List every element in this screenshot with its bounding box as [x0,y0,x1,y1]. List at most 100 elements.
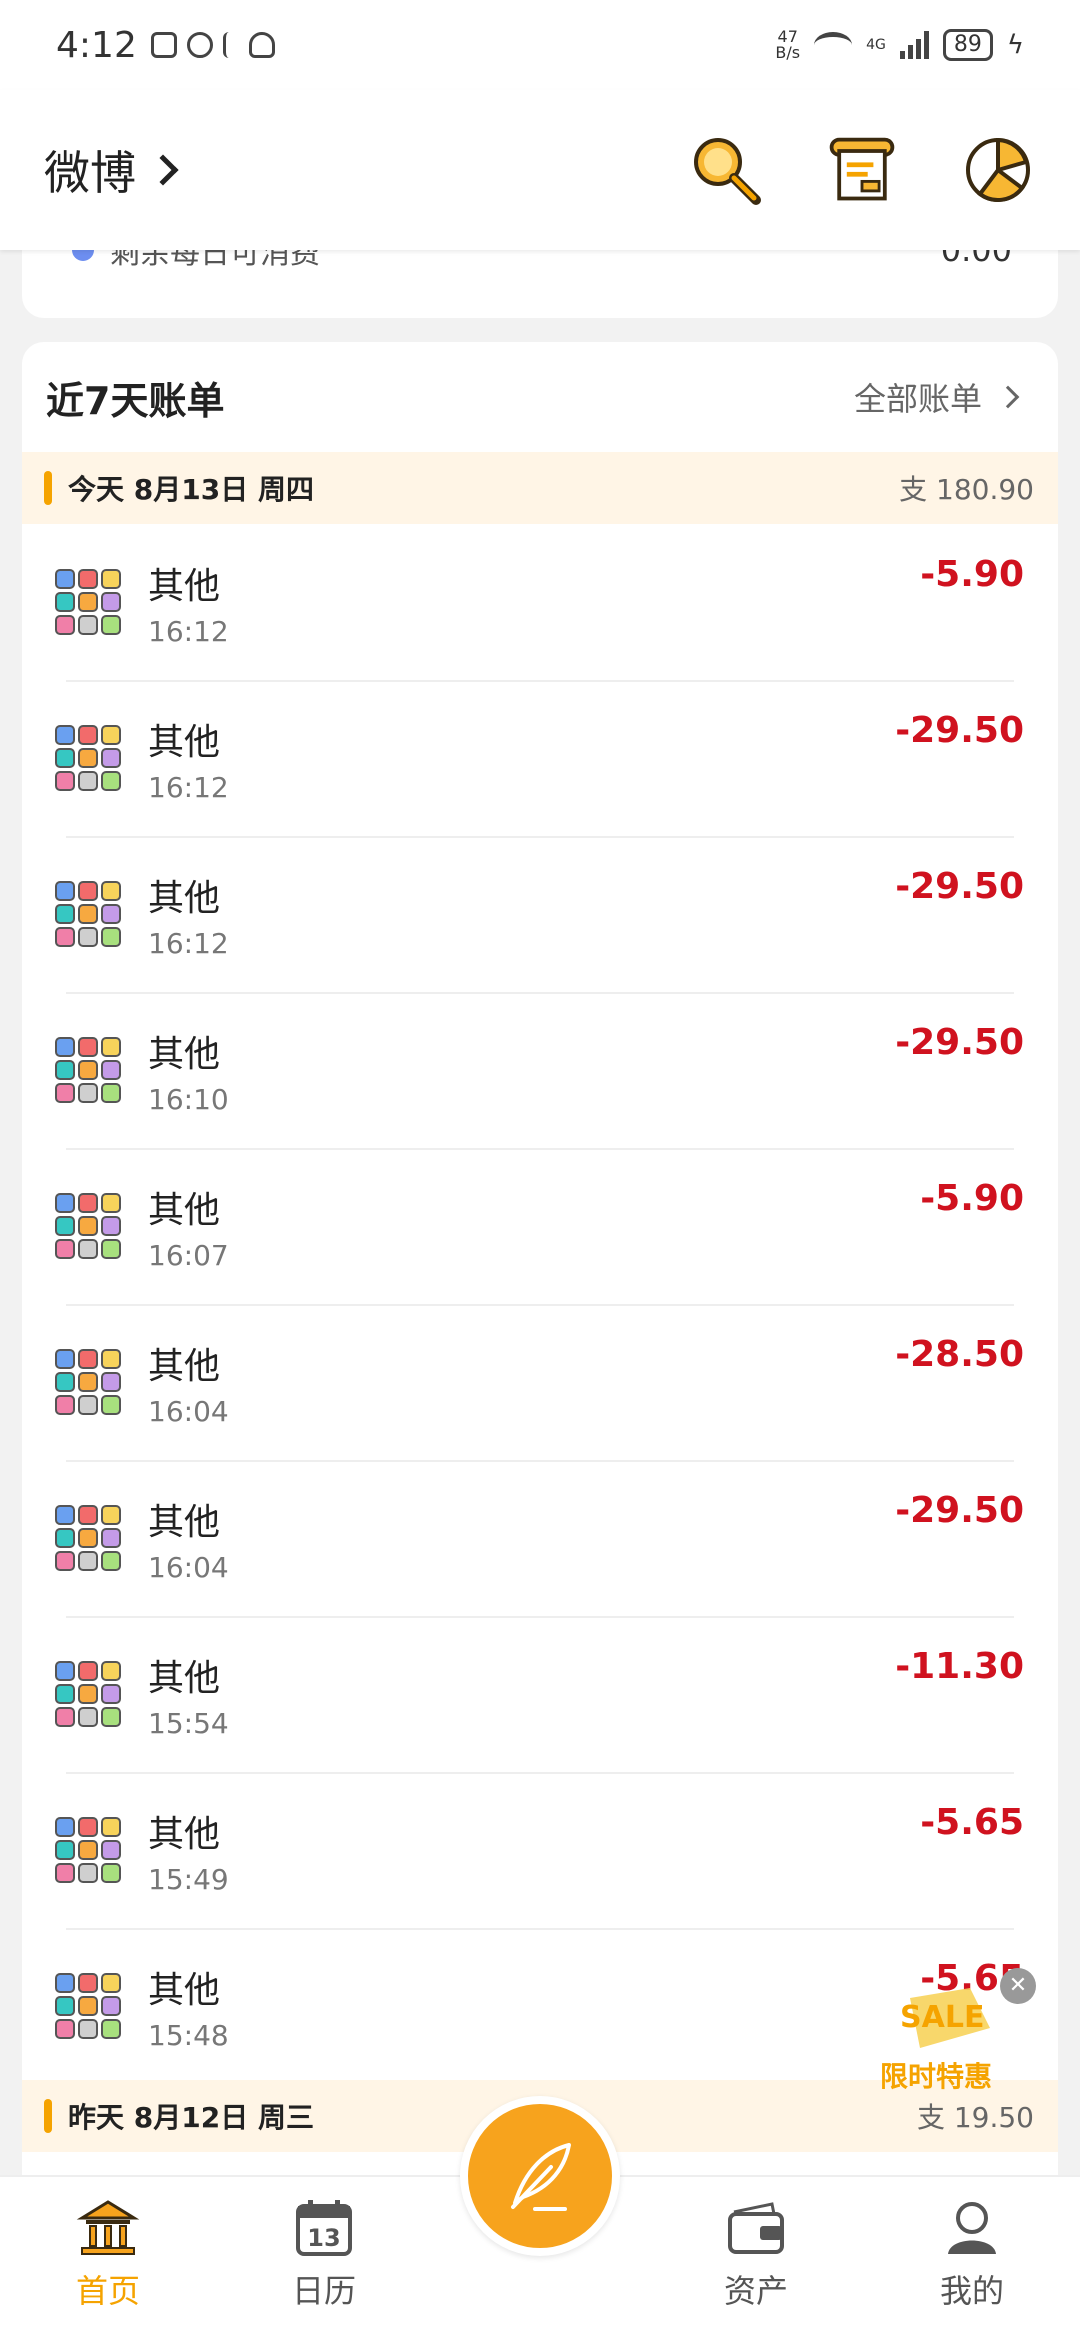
transaction-row[interactable]: 其他 16:10 -29.50 [22,992,1058,1148]
search-icon[interactable] [688,132,764,208]
transaction-amount: -28.50 [895,1334,1024,1375]
category-grid-icon [55,1973,121,2039]
transaction-category: 其他 [148,1345,221,1387]
all-bills-link[interactable]: 全部账单 [853,374,1020,420]
transaction-category: 其他 [148,877,221,919]
transaction-row[interactable]: 其他 16:12 -5.90 [22,524,1058,680]
transaction-time: 15:49 [148,1862,229,1896]
transaction-row[interactable]: 其他 16:04 -29.50 [22,1460,1058,1616]
transaction-time: 15:54 [148,1706,229,1740]
transaction-row[interactable]: 其他 16:07 -5.90 [22,1148,1058,1304]
category-grid-icon [55,1505,121,1571]
category-grid-icon [55,725,121,791]
recent-bills-card: 近7天账单 全部账单 今天 8月13日 周四 支 180.90 其他 16:12… [22,342,1058,2192]
transaction-category: 其他 [148,1033,221,1075]
transaction-time: 15:48 [148,2018,229,2052]
transaction-time: 16:07 [148,1238,229,1272]
transaction-amount: -5.90 [920,1178,1024,1219]
alarm-icon [186,32,213,58]
transaction-category: 其他 [148,1813,221,1855]
transaction-amount: -29.50 [895,1490,1024,1531]
category-grid-icon [55,1037,121,1103]
day-label: 今天 8月13日 周四 [68,473,314,506]
bank-icon [76,2200,140,2255]
transaction-category: 其他 [148,721,221,763]
sale-caption: 限时特惠 [880,2060,993,2093]
transaction-text: 其他 16:12 [148,713,229,804]
transaction-time: 16:04 [148,1550,229,1584]
nfc-icon [150,32,177,58]
nav-assets[interactable]: 资产 [648,2177,864,2331]
transaction-amount: -29.50 [895,710,1024,751]
chevron-right-icon [147,154,179,186]
svg-text:13: 13 [307,2224,340,2252]
battery-indicator: 89 [942,29,993,61]
transaction-row[interactable]: 其他 15:49 -5.65 [22,1772,1058,1928]
mute-icon [248,32,275,58]
transaction-row[interactable]: 其他 16:12 -29.50 [22,680,1058,836]
book-title: 微博 [44,146,136,200]
transaction-text: 其他 16:12 [148,557,229,648]
transaction-text: 其他 15:48 [148,1961,229,2052]
book-selector[interactable]: 微博 [44,137,179,203]
transaction-category: 其他 [148,1189,221,1231]
day-accent-bar [44,471,52,505]
all-bills-label: 全部账单 [853,380,982,418]
bills-header: 近7天账单 全部账单 [22,342,1058,452]
chevron-right-icon [996,385,1020,409]
nav-label: 我的 [939,2272,1004,2310]
nav-label: 资产 [723,2272,788,2310]
transaction-text: 其他 16:07 [148,1181,229,1272]
status-bar: 4:12 47 B/s 4G 89 ϟ [0,0,1080,90]
wallet-icon [728,2202,784,2254]
sale-text: SALE [900,2000,985,2035]
transaction-category: 其他 [148,1657,221,1699]
close-icon[interactable]: ✕ [1000,1968,1036,2004]
category-grid-icon [55,1349,121,1415]
status-right: 47 B/s 4G 89 ϟ [775,29,1024,61]
header-actions [688,132,1036,208]
transaction-time: 16:12 [148,614,229,648]
add-record-button[interactable] [460,2096,620,2256]
transaction-time: 16:10 [148,1082,229,1116]
nav-profile[interactable]: 我的 [864,2177,1080,2331]
transaction-time: 16:04 [148,1394,229,1428]
transaction-list: 其他 16:12 -5.90 其他 16:12 -29.50 其他 16:12 … [22,524,1058,2084]
bluetooth-icon [222,32,239,58]
category-grid-icon [55,881,121,947]
pie-chart-icon[interactable] [960,132,1036,208]
transaction-text: 其他 16:04 [148,1493,229,1584]
transaction-row[interactable]: 其他 16:04 -28.50 [22,1304,1058,1460]
app-header: 微博 [0,90,1080,250]
feather-pen-icon [511,2143,571,2211]
transaction-text: 其他 16:04 [148,1337,229,1428]
bill-scroll-icon[interactable] [824,132,900,208]
category-grid-icon [55,1817,121,1883]
day-accent-bar [44,2099,52,2133]
nav-calendar[interactable]: 13 日历 [216,2177,432,2331]
transaction-text: 其他 16:12 [148,869,229,960]
transaction-row[interactable]: 其他 15:54 -11.30 [22,1616,1058,1772]
transaction-text: 其他 15:49 [148,1805,229,1896]
transaction-category: 其他 [148,1969,221,2011]
transaction-amount: -29.50 [895,1022,1024,1063]
day-label: 昨天 8月12日 周三 [68,2101,314,2134]
charging-icon: ϟ [1006,30,1024,60]
wifi-icon [814,32,853,58]
status-time: 4:12 [56,24,137,66]
transaction-amount: -29.50 [895,866,1024,907]
status-notification-icons [150,32,275,58]
transaction-amount: -5.90 [920,554,1024,595]
day-header-today: 今天 8月13日 周四 支 180.90 [22,452,1058,524]
transaction-category: 其他 [148,565,221,607]
category-grid-icon [55,569,121,635]
transaction-text: 其他 16:10 [148,1025,229,1116]
category-grid-icon [55,1661,121,1727]
transaction-amount: -11.30 [895,1646,1024,1687]
category-grid-icon [55,1193,121,1259]
transaction-category: 其他 [148,1501,221,1543]
nav-label: 首页 [75,2272,140,2310]
net-speed: 47 B/s [775,27,801,62]
transaction-row[interactable]: 其他 16:12 -29.50 [22,836,1058,992]
nav-home[interactable]: 首页 [0,2177,216,2331]
